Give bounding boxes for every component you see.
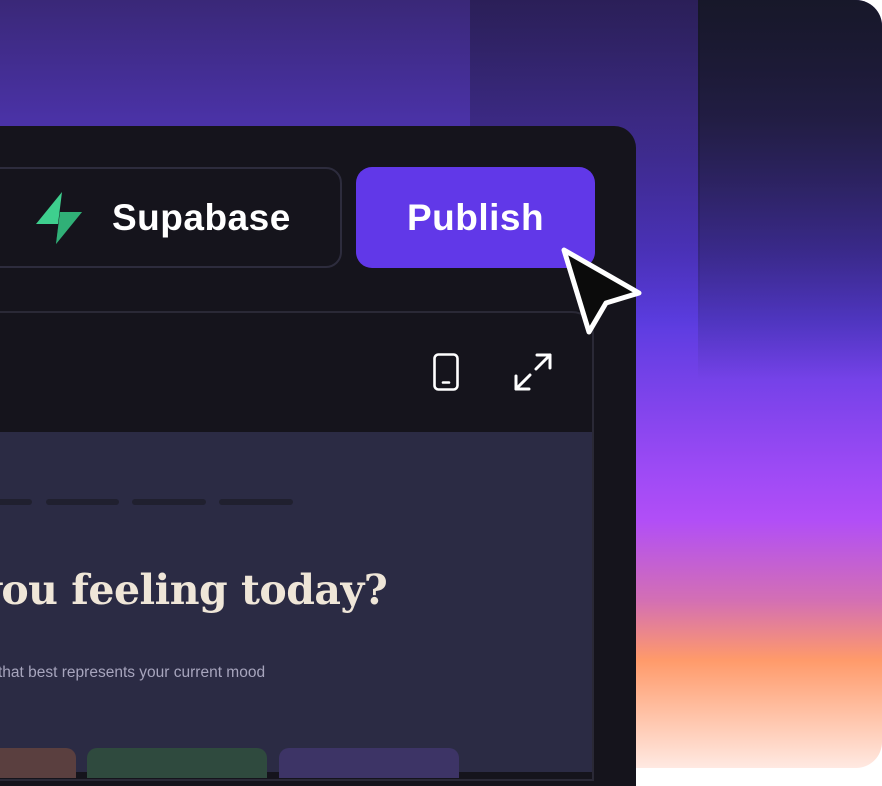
supabase-logo-icon [36,191,82,244]
mood-option-card[interactable] [0,748,76,778]
mouse-pointer-icon [561,247,642,335]
publish-button-label: Publish [406,196,545,238]
preview-heading: you feeling today? [0,566,388,614]
mobile-device-icon[interactable] [433,353,459,391]
backdrop-shade [698,0,882,768]
nav-placeholder-bar [0,499,32,505]
preview-subtitle: that best represents your current mood [0,664,266,681]
nav-placeholder-bar [132,499,206,505]
fullscreen-expand-icon[interactable] [513,352,553,392]
nav-placeholder-bar [219,499,293,505]
mood-option-card[interactable] [87,748,267,778]
mood-option-card[interactable] [279,748,459,778]
nav-placeholder-bar [46,499,119,505]
supabase-button-label: Supabase [112,196,291,238]
supabase-button[interactable]: Supabase [0,167,342,268]
